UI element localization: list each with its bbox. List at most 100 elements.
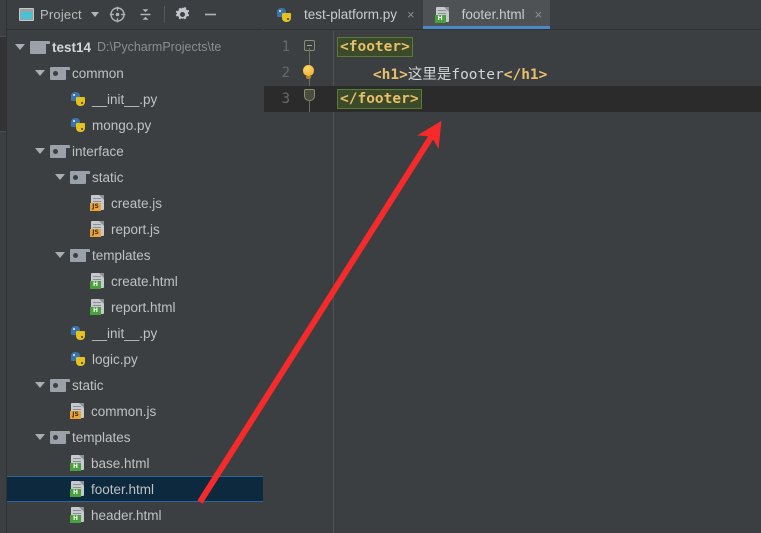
html-file-icon: H <box>70 455 85 471</box>
expand-arrow-icon[interactable] <box>55 174 65 180</box>
folder-icon <box>50 66 70 80</box>
code-line-2[interactable]: 2 <h1>这里是footer</h1> <box>264 60 761 86</box>
expand-arrow-icon[interactable] <box>35 382 45 388</box>
tree-item-report-html[interactable]: Hreport.html <box>7 294 263 320</box>
collapse-all-icon <box>140 9 151 20</box>
tree-item-label: mongo.py <box>92 117 152 133</box>
tree-item-label: create.html <box>111 273 178 289</box>
tree-item-static[interactable]: static <box>7 164 263 190</box>
code-line-1[interactable]: 1 <footer> <box>264 34 761 60</box>
python-file-icon <box>70 91 86 107</box>
js-file-icon: JS <box>90 221 105 237</box>
tree-item-label: report.html <box>111 299 176 315</box>
project-window-icon <box>19 8 34 21</box>
expand-arrow-icon[interactable] <box>35 148 45 154</box>
code-line-3[interactable]: 3 </footer> <box>264 86 761 112</box>
gutter-icons[interactable] <box>290 60 334 86</box>
html-file-icon: H <box>90 273 105 289</box>
tab-label: footer.html <box>461 7 525 22</box>
gutter-icons[interactable] <box>290 34 334 60</box>
html-file-icon: H <box>434 6 450 23</box>
tree-item-label: create.js <box>111 195 163 211</box>
tree-item-label: header.html <box>91 507 162 523</box>
tree-item-label: test14 <box>52 39 92 55</box>
tree-item-mongo-py[interactable]: mongo.py <box>7 112 263 138</box>
hide-panel-button[interactable] <box>198 2 224 28</box>
folder-icon <box>50 144 70 158</box>
settings-button[interactable] <box>170 2 196 28</box>
expand-arrow-icon[interactable] <box>35 70 45 76</box>
project-tree[interactable]: test14 D:\PycharmProjects\te common __init_… <box>7 31 263 533</box>
editor-tabbar[interactable]: test-platform.py × Hfooter.html × <box>264 0 761 30</box>
intention-bulb-icon[interactable] <box>303 65 314 79</box>
locate-target-button[interactable] <box>105 2 131 28</box>
code-segment: 这里是footer <box>407 66 504 83</box>
tree-item-label: templates <box>92 247 151 263</box>
expand-arrow-icon[interactable] <box>55 252 65 258</box>
tree-item-test14[interactable]: test14 D:\PycharmProjects\te <box>7 34 263 60</box>
code-editor[interactable]: 1 <footer> 2 <h1>这里是footer</h1> 3 </footer> <box>264 31 761 533</box>
tree-item-label: report.js <box>111 221 160 237</box>
line-number: 1 <box>281 39 290 55</box>
left-strip-marker <box>0 36 6 132</box>
tree-item--init-py[interactable]: __init__.py <box>7 320 263 346</box>
collapse-all-button[interactable] <box>133 2 159 28</box>
code-text: </footer> <box>334 89 422 109</box>
tree-item--init-py[interactable]: __init__.py <box>7 86 263 112</box>
folder-icon <box>30 40 50 54</box>
tree-item-header-html[interactable]: Hheader.html <box>7 502 263 528</box>
js-file-icon: JS <box>90 195 105 211</box>
html-file-icon: H <box>70 481 85 497</box>
expand-arrow-icon[interactable] <box>15 44 25 50</box>
tree-item-logic-py[interactable]: logic.py <box>7 346 263 372</box>
line-number: 3 <box>281 91 290 107</box>
project-toolbar: Project <box>7 0 263 30</box>
pycharm-window: Project test14 D:\PycharmProjects\te com… <box>0 0 761 533</box>
tree-item-templates[interactable]: templates <box>7 424 263 450</box>
folder-icon <box>70 248 90 262</box>
code-segment: </h1> <box>503 66 548 83</box>
tree-item-label: static <box>72 377 104 393</box>
code-segment: </footer> <box>337 89 422 109</box>
line-number: 2 <box>281 65 290 81</box>
folder-icon <box>70 170 90 184</box>
left-tool-strip <box>0 0 7 533</box>
tree-item-static[interactable]: static <box>7 372 263 398</box>
project-selector[interactable]: Project <box>15 7 103 22</box>
close-icon[interactable]: × <box>407 8 415 21</box>
tree-item-label: footer.html <box>91 481 155 497</box>
folder-icon <box>50 378 70 392</box>
tree-item-report-js[interactable]: JS report.js <box>7 216 263 242</box>
tree-item-templates[interactable]: templates <box>7 242 263 268</box>
chevron-down-icon[interactable] <box>90 12 99 17</box>
js-file-icon: JS <box>70 403 85 419</box>
tree-item-common-js[interactable]: JS common.js <box>7 398 263 424</box>
expand-arrow-icon[interactable] <box>35 434 45 440</box>
html-file-icon: H <box>70 507 85 523</box>
python-file-icon <box>70 117 86 133</box>
tree-item-create-html[interactable]: Hcreate.html <box>7 268 263 294</box>
tree-item-label: common.js <box>91 403 157 419</box>
tree-item-common[interactable]: common <box>7 60 263 86</box>
editor-tab-test-platform-py[interactable]: test-platform.py × <box>264 0 423 29</box>
code-segment: <footer> <box>337 37 413 57</box>
tree-item-base-html[interactable]: Hbase.html <box>7 450 263 476</box>
tree-item-label: templates <box>72 429 131 445</box>
editor-tab-footer-html[interactable]: Hfooter.html × <box>422 0 551 29</box>
tab-label: test-platform.py <box>304 7 398 22</box>
tree-item-label: base.html <box>91 455 150 471</box>
tree-item-footer-html[interactable]: Hfooter.html <box>7 476 263 502</box>
folder-icon <box>50 430 70 444</box>
tree-item-label: common <box>72 65 124 81</box>
python-file-icon <box>276 7 292 23</box>
code-segment: <h1> <box>372 66 408 83</box>
fold-line <box>309 100 310 112</box>
tree-item-path: D:\PycharmProjects\te <box>97 40 222 54</box>
gutter-icons[interactable] <box>290 86 334 112</box>
tree-item-create-js[interactable]: JS create.js <box>7 190 263 216</box>
close-icon[interactable]: × <box>535 8 543 21</box>
tree-item-label: static <box>92 169 124 185</box>
tree-item-interface[interactable]: interface <box>7 138 263 164</box>
python-file-icon <box>70 325 86 341</box>
